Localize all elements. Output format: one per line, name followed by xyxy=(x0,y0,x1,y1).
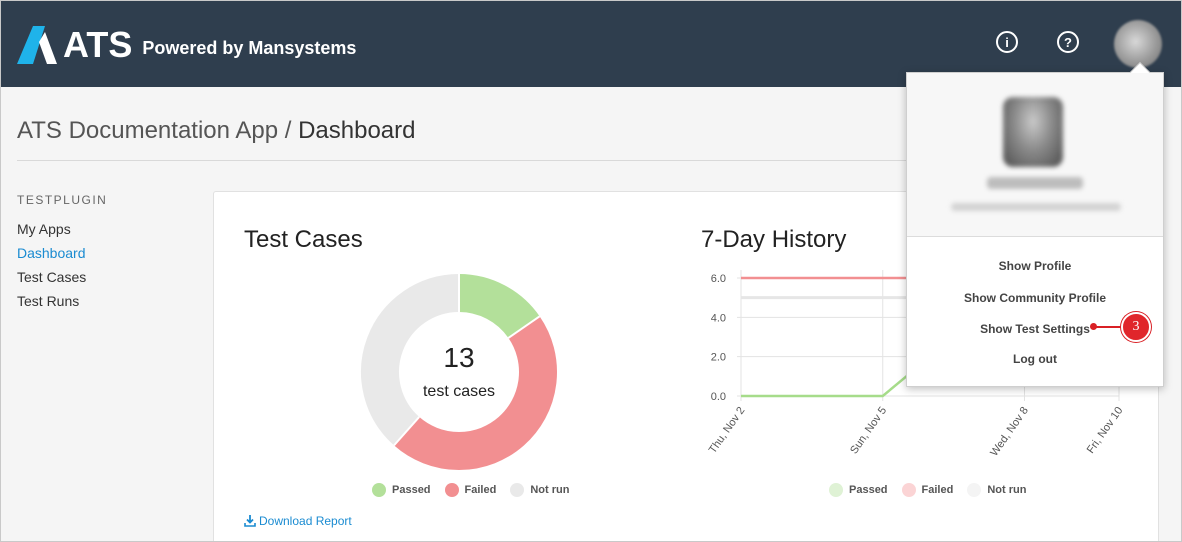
y-tick-label: 0.0 xyxy=(711,391,726,403)
sidebar-item-test-cases[interactable]: Test Cases xyxy=(17,269,86,285)
brand-tagline: Powered by Mansystems xyxy=(142,38,357,58)
user-menu-dropdown: Show Profile Show Community Profile Show… xyxy=(906,62,1164,387)
sidebar-item-dashboard[interactable]: Dashboard xyxy=(17,245,86,261)
info-icon[interactable]: i xyxy=(996,31,1018,53)
help-icon[interactable]: ? xyxy=(1057,31,1079,53)
breadcrumb: ATS Documentation App / Dashboard xyxy=(17,117,415,145)
legend-item-not-run: Not run xyxy=(510,483,569,497)
user-avatar[interactable] xyxy=(1114,20,1162,68)
profile-summary xyxy=(907,73,1163,237)
test-case-count: 13 xyxy=(443,342,474,373)
callout-anchor xyxy=(1090,323,1097,330)
test-cases-title: Test Cases xyxy=(244,226,363,253)
menu-item-log-out[interactable]: Log out xyxy=(907,352,1163,366)
y-tick-label: 2.0 xyxy=(711,352,726,364)
ats-logo-icon xyxy=(17,26,57,64)
profile-email-redacted xyxy=(951,203,1121,211)
profile-avatar xyxy=(1003,97,1063,167)
x-tick-label: Fri, Nov 10 xyxy=(1085,405,1124,456)
donut-legend: Passed Failed Not run xyxy=(372,483,583,497)
passed-swatch xyxy=(372,483,386,497)
test-cases-donut-chart: 13 test cases xyxy=(361,274,557,470)
x-tick-label: Sun, Nov 5 xyxy=(848,405,889,456)
legend-label: Not run xyxy=(530,484,570,496)
legend-item-failed: Failed xyxy=(901,483,954,497)
sidebar-item-my-apps[interactable]: My Apps xyxy=(17,221,71,237)
breadcrumb-app[interactable]: ATS Documentation App xyxy=(17,117,278,144)
test-case-count-label: test cases xyxy=(423,383,495,400)
legend-label: Failed xyxy=(921,484,954,496)
legend-item-passed: Passed xyxy=(372,483,431,497)
legend-label: Not run xyxy=(987,484,1027,496)
menu-item-show-profile[interactable]: Show Profile xyxy=(907,259,1163,273)
breadcrumb-separator: / xyxy=(284,117,292,144)
app-window: ATS Powered by Mansystems i ? ATS Docume… xyxy=(0,0,1182,542)
failed-swatch xyxy=(444,483,459,497)
legend-label: Passed xyxy=(392,484,431,496)
logo[interactable]: ATS Powered by Mansystems xyxy=(17,23,356,67)
series-line-passed xyxy=(741,355,931,398)
x-tick-label: Wed, Nov 8 xyxy=(988,405,1031,459)
not-run-swatch xyxy=(967,483,982,497)
download-label: Download Report xyxy=(259,514,352,528)
brand-name: ATS xyxy=(63,24,133,65)
failed-swatch xyxy=(901,483,916,497)
sidebar-item-test-runs[interactable]: Test Runs xyxy=(17,293,79,309)
breadcrumb-current: Dashboard xyxy=(298,117,416,144)
history-title: 7-Day History xyxy=(701,226,847,253)
donut-slice-passed xyxy=(458,274,540,339)
passed-swatch xyxy=(829,483,843,497)
not-run-swatch xyxy=(510,483,525,497)
y-tick-label: 6.0 xyxy=(711,273,726,285)
menu-item-show-community-profile[interactable]: Show Community Profile xyxy=(907,291,1163,305)
download-icon xyxy=(244,515,256,527)
legend-label: Passed xyxy=(849,484,888,496)
divider xyxy=(17,160,907,161)
profile-name-redacted xyxy=(987,177,1083,189)
step-callout-badge: 3 xyxy=(1121,312,1151,342)
sidebar-heading: TESTPLUGIN xyxy=(17,193,108,207)
legend-item-not-run: Not run xyxy=(967,483,1026,497)
legend-item-failed: Failed xyxy=(444,483,497,497)
history-legend: Passed Failed Not run xyxy=(829,483,1040,497)
download-report-link[interactable]: Download Report xyxy=(244,514,352,528)
y-tick-label: 4.0 xyxy=(711,312,726,324)
legend-label: Failed xyxy=(464,484,497,496)
legend-item-passed: Passed xyxy=(829,483,888,497)
x-tick-label: Thu, Nov 2 xyxy=(707,405,748,456)
